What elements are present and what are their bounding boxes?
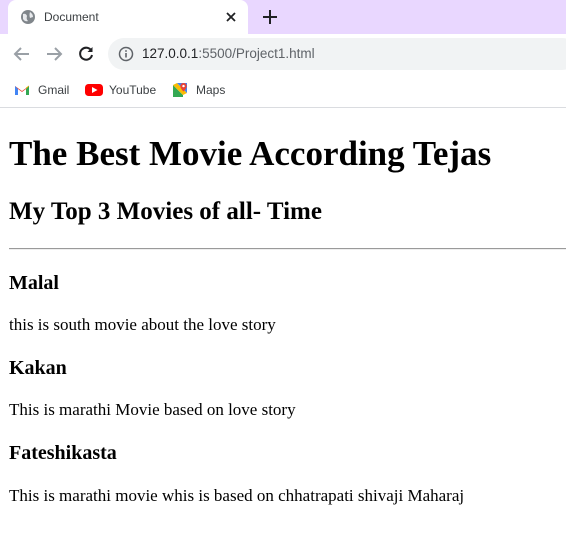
reload-icon[interactable]	[76, 44, 96, 64]
forward-arrow-icon[interactable]	[44, 44, 64, 64]
url-path: :5500/Project1.html	[198, 46, 315, 61]
bookmark-label: YouTube	[109, 83, 157, 97]
new-tab-plus-icon[interactable]	[260, 7, 280, 27]
back-arrow-icon[interactable]	[12, 44, 32, 64]
tab-strip: Document	[0, 0, 566, 34]
bookmarks-bar: Gmail YouTube Maps	[0, 74, 566, 108]
bookmark-label: Gmail	[38, 83, 70, 97]
movie-description: This is marathi movie whis is based on c…	[9, 486, 465, 505]
browser-toolbar: 127.0.0.1:5500/Project1.html	[0, 34, 566, 74]
address-bar[interactable]: 127.0.0.1:5500/Project1.html	[108, 38, 566, 70]
url-text: 127.0.0.1:5500/Project1.html	[142, 46, 315, 62]
maps-pin-icon	[173, 83, 187, 97]
page-subtitle: My Top 3 Movies of all- Time	[9, 198, 322, 225]
globe-icon	[21, 10, 35, 24]
url-host: 127.0.0.1	[142, 46, 199, 61]
movie-title: Kakan	[9, 357, 67, 379]
page-title: The Best Movie According Tejas	[9, 134, 492, 173]
page-content: The Best Movie According Tejas My Top 3 …	[0, 108, 566, 547]
close-icon[interactable]	[223, 9, 239, 25]
site-info-icon[interactable]	[118, 46, 134, 62]
gmail-icon	[15, 85, 29, 95]
divider	[9, 248, 566, 250]
youtube-icon	[85, 84, 103, 96]
movie-title: Malal	[9, 272, 59, 294]
movie-description: This is marathi Movie based on love stor…	[9, 400, 296, 419]
movie-title: Fateshikasta	[9, 442, 117, 464]
browser-tab[interactable]: Document	[8, 0, 248, 34]
movie-description: this is south movie about the love story	[9, 315, 276, 334]
tab-title: Document	[44, 10, 99, 24]
bookmark-label: Maps	[196, 83, 226, 97]
